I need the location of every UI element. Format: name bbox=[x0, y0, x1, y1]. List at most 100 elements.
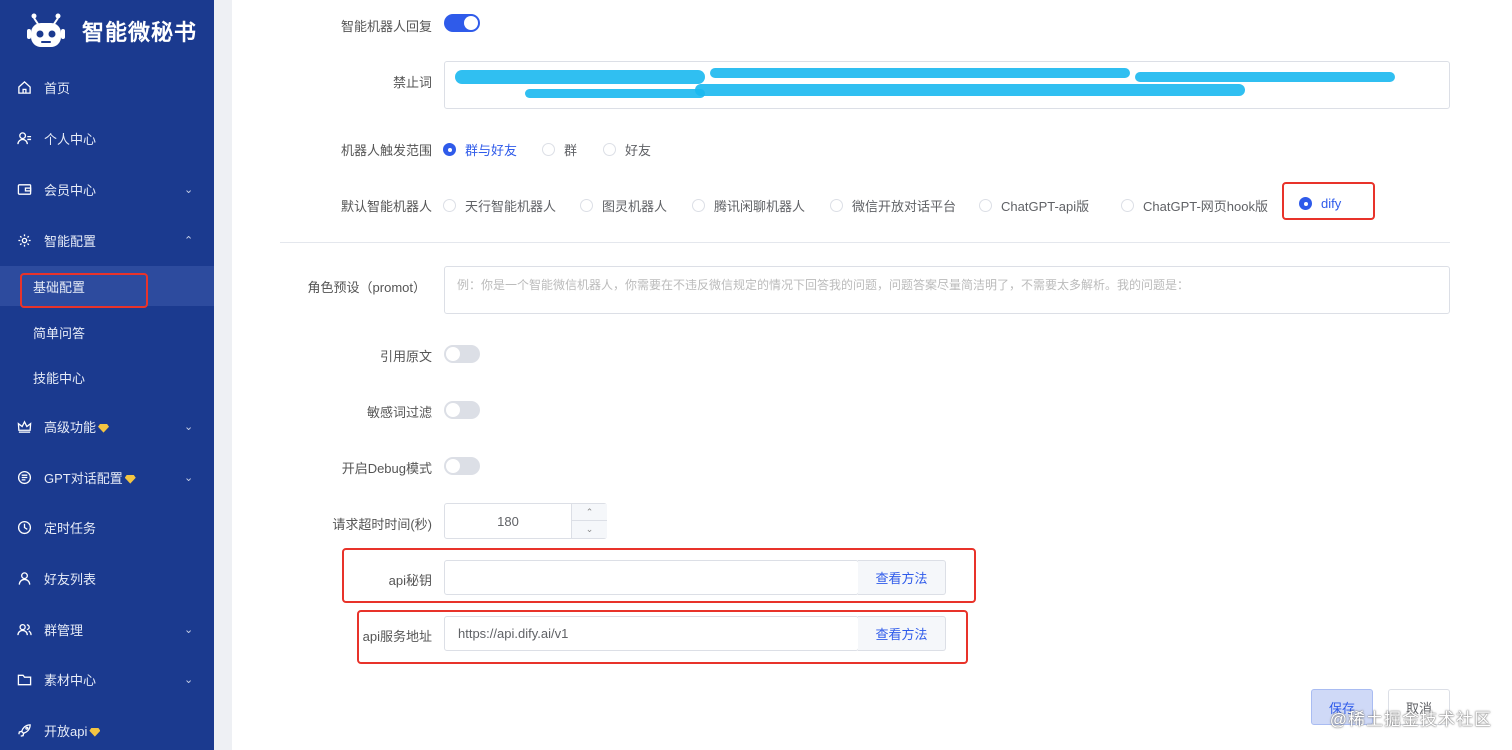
default-bot-radio-chatgpt-api[interactable]: ChatGPT-api版 bbox=[979, 196, 1089, 215]
section-divider bbox=[280, 242, 1450, 243]
banned-words-label: 禁止词 bbox=[392, 75, 432, 90]
chat-icon bbox=[16, 469, 32, 485]
redaction-scribble bbox=[710, 68, 1130, 78]
role-preset-label: 角色预设（promot） bbox=[307, 280, 426, 295]
decrement-icon[interactable]: ⌄ bbox=[572, 521, 607, 538]
home-icon bbox=[16, 79, 32, 95]
timeout-label: 请求超时时间(秒) bbox=[332, 517, 432, 532]
trigger-scope-label: 机器人触发范围 bbox=[340, 143, 432, 158]
sidebar-item-membership[interactable]: 会员中心 ⌄ bbox=[0, 168, 214, 210]
sidebar-item-materials[interactable]: 素材中心 ⌄ bbox=[0, 658, 214, 700]
sidebar-item-label: 好友列表 bbox=[44, 571, 97, 587]
default-bot-radio-chatgpt-hook[interactable]: ChatGPT-网页hook版 bbox=[1121, 196, 1268, 215]
folder-icon bbox=[16, 671, 32, 687]
timeout-value[interactable]: 180 bbox=[445, 504, 571, 538]
highlight-box-basic-config bbox=[20, 273, 148, 308]
sidebar-item-label: 简单问答 bbox=[33, 325, 86, 341]
diamond-icon bbox=[124, 474, 136, 484]
clock-icon bbox=[16, 519, 32, 535]
default-bot-radio-tianxing[interactable]: 天行智能机器人 bbox=[443, 196, 556, 215]
sidebar-item-label: 首页 bbox=[44, 80, 71, 96]
radio-icon bbox=[1121, 199, 1134, 212]
api-url-input[interactable]: https://api.dify.ai/v1 bbox=[444, 616, 859, 651]
sidebar-item-label: 会员中心 bbox=[44, 182, 97, 198]
radio-icon bbox=[443, 199, 456, 212]
radio-icon bbox=[692, 199, 705, 212]
main-panel: 智能机器人回复 禁止词 机器人触发范围 群与好友 群 好友 默认智能机器人 天行… bbox=[232, 0, 1512, 750]
sidebar-item-label: 智能配置 bbox=[44, 233, 97, 249]
robot-logo-icon bbox=[24, 12, 68, 50]
diamond-icon bbox=[89, 727, 101, 737]
app-title: 智能微秘书 bbox=[82, 20, 198, 45]
sidebar-item-label: 技能中心 bbox=[33, 370, 86, 386]
redaction-scribble bbox=[695, 84, 1245, 96]
sidebar-item-label: 开放api bbox=[44, 721, 101, 740]
wallet-icon bbox=[16, 181, 32, 197]
sidebar-item-profile[interactable]: 个人中心 bbox=[0, 117, 214, 159]
sidebar-subitem-skills[interactable]: 技能中心 bbox=[0, 357, 214, 397]
user-icon bbox=[16, 570, 32, 586]
logo: 智能微秘书 bbox=[0, 0, 214, 62]
sidebar-item-label: GPT对话配置 bbox=[44, 468, 136, 487]
chevron-down-icon: ⌄ bbox=[184, 623, 194, 636]
sidebar-item-label: 高级功能 bbox=[44, 417, 110, 436]
api-url-label: api服务地址 bbox=[362, 629, 432, 644]
watermark: @稀土掘金技术社区 bbox=[1329, 710, 1492, 729]
quote-original-toggle[interactable] bbox=[444, 345, 480, 363]
timeout-stepper[interactable]: 180 ⌃ ⌄ bbox=[444, 503, 607, 539]
radio-icon bbox=[603, 143, 616, 156]
sidebar-item-open-api[interactable]: 开放api bbox=[0, 709, 214, 750]
sidebar-item-groups[interactable]: 群管理 ⌄ bbox=[0, 608, 214, 650]
redaction-scribble bbox=[1135, 72, 1395, 82]
smart-reply-toggle[interactable] bbox=[444, 14, 480, 32]
api-url-help-button[interactable]: 查看方法 bbox=[858, 616, 946, 651]
api-key-label: api秘钥 bbox=[388, 573, 432, 588]
sensitive-filter-label: 敏感词过滤 bbox=[366, 405, 432, 420]
api-key-help-button[interactable]: 查看方法 bbox=[858, 560, 946, 595]
sidebar-item-gpt-config[interactable]: GPT对话配置 ⌄ bbox=[0, 456, 214, 498]
trigger-scope-radio-group[interactable]: 群 bbox=[542, 140, 577, 159]
chevron-down-icon: ⌄ bbox=[184, 183, 194, 196]
sidebar-subitem-simple-qa[interactable]: 简单问答 bbox=[0, 312, 214, 352]
rocket-icon bbox=[16, 722, 32, 738]
radio-icon bbox=[443, 143, 456, 156]
sidebar-item-label: 群管理 bbox=[44, 622, 84, 638]
quote-original-label: 引用原文 bbox=[379, 349, 432, 364]
trigger-scope-radio-friend[interactable]: 好友 bbox=[603, 140, 651, 159]
sidebar-item-friends[interactable]: 好友列表 bbox=[0, 557, 214, 599]
chevron-down-icon: ⌄ bbox=[184, 471, 194, 484]
debug-mode-label: 开启Debug模式 bbox=[341, 461, 432, 476]
default-bot-radio-wechat-open[interactable]: 微信开放对话平台 bbox=[830, 196, 956, 215]
sidebar-item-scheduled-tasks[interactable]: 定时任务 bbox=[0, 506, 214, 548]
default-bot-label: 默认智能机器人 bbox=[340, 199, 432, 214]
chevron-up-icon: ⌃ bbox=[184, 234, 194, 247]
radio-icon bbox=[580, 199, 593, 212]
sidebar: 智能微秘书 首页 个人中心 会员中心 ⌄ 智能配置 ⌃ 基础配置 简单问答 技能… bbox=[0, 0, 214, 750]
sidebar-item-home[interactable]: 首页 bbox=[0, 66, 214, 108]
smart-reply-label: 智能机器人回复 bbox=[340, 19, 432, 34]
stepper-arrows: ⌃ ⌄ bbox=[571, 504, 607, 538]
sensitive-filter-toggle[interactable] bbox=[444, 401, 480, 419]
increment-icon[interactable]: ⌃ bbox=[572, 504, 607, 521]
banned-words-textarea[interactable] bbox=[444, 61, 1450, 109]
radio-icon bbox=[542, 143, 555, 156]
radio-icon bbox=[830, 199, 843, 212]
user-card-icon bbox=[16, 130, 32, 146]
trigger-scope-radio-group-and-friends[interactable]: 群与好友 bbox=[443, 140, 517, 159]
sidebar-item-label: 定时任务 bbox=[44, 520, 97, 536]
diamond-icon bbox=[98, 423, 110, 433]
highlight-box-dify bbox=[1282, 182, 1375, 220]
radio-icon bbox=[979, 199, 992, 212]
api-key-input[interactable] bbox=[444, 560, 859, 595]
sidebar-item-label: 个人中心 bbox=[44, 131, 97, 147]
chevron-down-icon: ⌄ bbox=[184, 673, 194, 686]
chevron-down-icon: ⌄ bbox=[184, 420, 194, 433]
default-bot-radio-tuling[interactable]: 图灵机器人 bbox=[580, 196, 667, 215]
debug-mode-toggle[interactable] bbox=[444, 457, 480, 475]
default-bot-radio-tencent[interactable]: 腾讯闲聊机器人 bbox=[692, 196, 805, 215]
redaction-scribble bbox=[455, 70, 705, 84]
role-preset-textarea[interactable]: 例：你是一个智能微信机器人，你需要在不违反微信规定的情况下回答我的问题，问题答案… bbox=[444, 266, 1450, 314]
sidebar-item-advanced[interactable]: 高级功能 ⌄ bbox=[0, 405, 214, 447]
sidebar-item-label: 素材中心 bbox=[44, 672, 97, 688]
sidebar-item-smart-config[interactable]: 智能配置 ⌃ bbox=[0, 219, 214, 261]
